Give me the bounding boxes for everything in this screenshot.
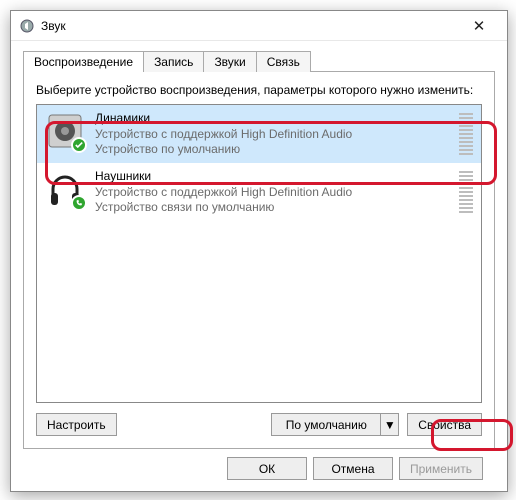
- device-name: Динамики: [95, 111, 453, 127]
- set-default-dropdown[interactable]: По умолчанию ▼: [271, 413, 399, 436]
- device-name: Наушники: [95, 169, 453, 185]
- tab-panel-playback: Выберите устройство воспроизведения, пар…: [23, 71, 495, 449]
- device-item-speakers[interactable]: Динамики Устройство с поддержкой High De…: [37, 105, 481, 163]
- set-default-arrow[interactable]: ▼: [381, 413, 399, 436]
- sound-icon: [19, 18, 35, 34]
- dialog-footer: ОК Отмена Применить: [23, 449, 495, 480]
- tab-recording[interactable]: Запись: [143, 51, 204, 72]
- device-status: Устройство связи по умолчанию: [95, 200, 453, 216]
- device-driver: Устройство с поддержкой High Definition …: [95, 127, 453, 143]
- device-list[interactable]: Динамики Устройство с поддержкой High De…: [36, 104, 482, 403]
- cancel-button[interactable]: Отмена: [313, 457, 393, 480]
- chevron-down-icon: ▼: [384, 418, 396, 432]
- properties-button[interactable]: Свойства: [407, 413, 482, 436]
- configure-button[interactable]: Настроить: [36, 413, 117, 436]
- instruction-text: Выберите устройство воспроизведения, пар…: [36, 82, 482, 98]
- close-button[interactable]: ✕: [459, 12, 499, 40]
- headphones-icon: [45, 169, 85, 209]
- tab-playback[interactable]: Воспроизведение: [23, 51, 144, 72]
- dialog-body: Воспроизведение Запись Звуки Связь Выбер…: [11, 41, 507, 490]
- sound-dialog: Звук ✕ Воспроизведение Запись Звуки Связ…: [10, 10, 508, 492]
- window-title: Звук: [41, 19, 459, 33]
- apply-button[interactable]: Применить: [399, 457, 483, 480]
- tab-strip: Воспроизведение Запись Звуки Связь: [23, 47, 495, 71]
- ok-button[interactable]: ОК: [227, 457, 307, 480]
- titlebar: Звук ✕: [11, 11, 507, 41]
- tab-sounds[interactable]: Звуки: [203, 51, 256, 72]
- device-item-headphones[interactable]: Наушники Устройство с поддержкой High De…: [37, 163, 481, 221]
- device-text: Наушники Устройство с поддержкой High De…: [95, 169, 453, 216]
- level-meter: [459, 169, 473, 213]
- set-default-button[interactable]: По умолчанию: [271, 413, 381, 436]
- tab-communications[interactable]: Связь: [256, 51, 311, 72]
- device-status: Устройство по умолчанию: [95, 142, 453, 158]
- speakers-icon: [45, 111, 85, 151]
- device-text: Динамики Устройство с поддержкой High De…: [95, 111, 453, 158]
- device-driver: Устройство с поддержкой High Definition …: [95, 185, 453, 201]
- level-meter: [459, 111, 473, 155]
- panel-button-row: Настроить По умолчанию ▼ Свойства: [36, 413, 482, 436]
